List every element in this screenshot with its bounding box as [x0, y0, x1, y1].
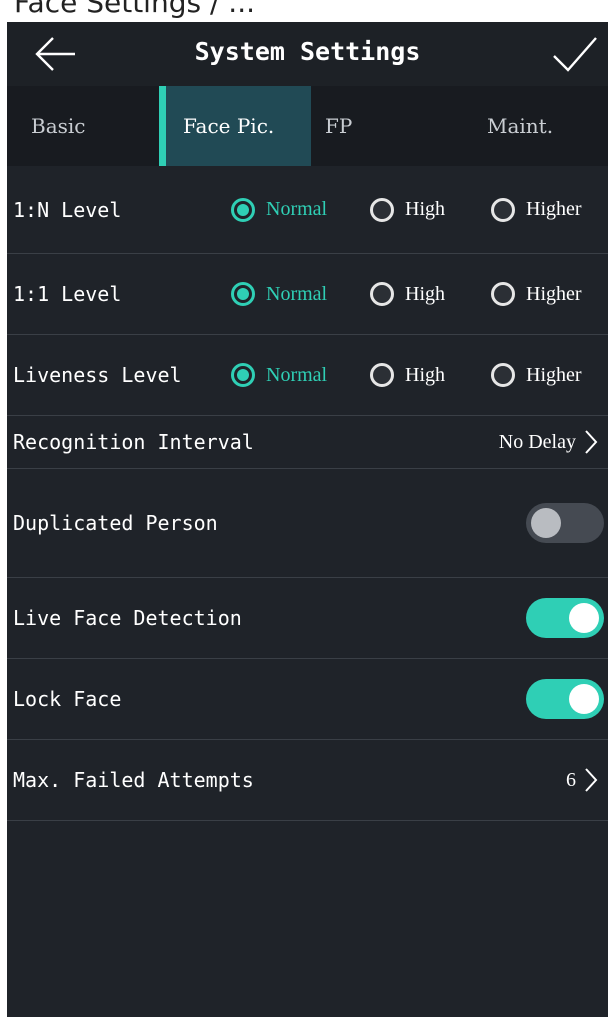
chevron-right-icon: [585, 430, 598, 454]
toggle-knob: [569, 684, 599, 714]
radio-liveness-higher[interactable]: Higher: [491, 335, 582, 415]
row-lock-face: Lock Face: [7, 659, 608, 740]
row-live-face-detection: Live Face Detection: [7, 578, 608, 659]
row-label: Recognition Interval: [13, 430, 254, 454]
radio-label: Normal: [266, 363, 328, 386]
recognition-interval-selector[interactable]: No Delay: [499, 416, 598, 468]
duplicated-person-toggle[interactable]: [526, 503, 604, 543]
tab-bar: Basic Face Pic. FP Maint.: [7, 86, 608, 166]
radio-1n-higher[interactable]: Higher: [491, 166, 582, 253]
radio-unselected-icon: [491, 363, 515, 387]
radio-unselected-icon: [491, 197, 515, 222]
tab-face-pic[interactable]: Face Pic.: [159, 86, 311, 166]
row-label: 1:N Level: [13, 197, 122, 222]
header-bar: System Settings: [7, 22, 608, 86]
toggle-knob: [531, 508, 561, 538]
radio-selected-icon: [231, 282, 255, 306]
radio-unselected-icon: [370, 363, 394, 387]
tab-basic[interactable]: Basic: [31, 86, 85, 166]
radio-label: Normal: [266, 198, 328, 220]
radio-unselected-icon: [370, 197, 394, 222]
row-max-failed-attempts[interactable]: Max. Failed Attempts 6: [7, 740, 608, 821]
radio-selected-icon: [231, 363, 255, 387]
row-label: Liveness Level: [13, 363, 182, 387]
row-11-level: 1:1 Level Normal High Higher: [7, 254, 608, 335]
confirm-button[interactable]: [542, 28, 602, 80]
radio-label: Higher: [526, 198, 582, 220]
radio-label: High: [405, 198, 445, 220]
chevron-right-icon: [585, 768, 598, 792]
radio-label: Higher: [526, 363, 582, 386]
radio-label: Normal: [266, 282, 328, 305]
toggle-knob: [569, 603, 599, 633]
row-recognition-interval[interactable]: Recognition Interval No Delay: [7, 416, 608, 469]
row-label: Live Face Detection: [13, 606, 242, 630]
max-failed-attempts-selector[interactable]: 6: [566, 740, 598, 820]
radio-11-higher[interactable]: Higher: [491, 254, 582, 334]
radio-1n-normal[interactable]: Normal: [231, 166, 327, 253]
radio-11-normal[interactable]: Normal: [231, 254, 327, 334]
top-strip-text: Face Settings / ...: [14, 0, 255, 19]
radio-liveness-high[interactable]: High: [370, 335, 445, 415]
top-strip: Face Settings / ...: [0, 0, 608, 22]
radio-unselected-icon: [370, 282, 394, 306]
radio-selected-icon: [231, 197, 255, 222]
radio-label: Higher: [526, 282, 582, 305]
radio-unselected-icon: [491, 282, 515, 306]
radio-11-high[interactable]: High: [370, 254, 445, 334]
row-liveness-level: Liveness Level Normal High Higher: [7, 335, 608, 416]
lock-face-toggle[interactable]: [526, 679, 604, 719]
radio-label: High: [405, 363, 445, 386]
radio-1n-high[interactable]: High: [370, 166, 445, 253]
tab-maint[interactable]: Maint.: [487, 86, 553, 166]
row-label: 1:1 Level: [13, 282, 122, 306]
live-face-detection-toggle[interactable]: [526, 598, 604, 638]
radio-label: High: [405, 282, 445, 305]
row-label: Max. Failed Attempts: [13, 768, 254, 792]
row-1n-level: 1:N Level Normal High Higher: [7, 166, 608, 254]
checkmark-icon: [553, 37, 597, 72]
max-failed-attempts-value: 6: [566, 768, 576, 791]
settings-screen: System Settings Basic Face Pic. FP Maint…: [7, 22, 608, 1017]
row-label: Lock Face: [13, 687, 122, 711]
page-title: System Settings: [194, 37, 421, 66]
row-duplicated-person: Duplicated Person: [7, 469, 608, 578]
row-label: Duplicated Person: [13, 511, 218, 535]
recognition-interval-value: No Delay: [498, 430, 576, 453]
tab-fp[interactable]: FP: [325, 86, 352, 166]
radio-liveness-normal[interactable]: Normal: [231, 335, 327, 415]
